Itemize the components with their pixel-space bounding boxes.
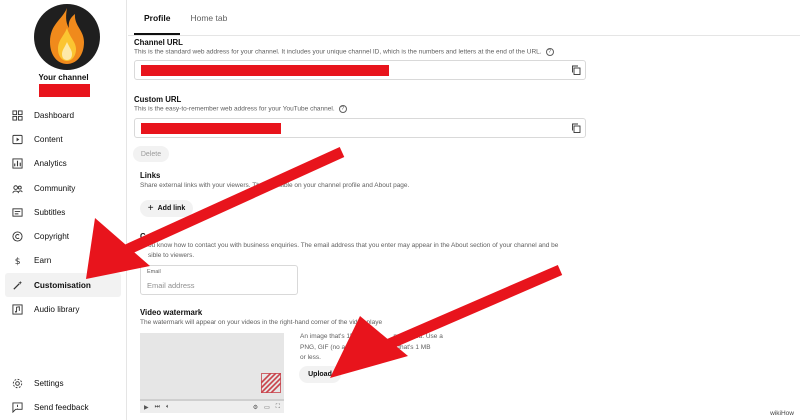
gear-icon xyxy=(11,377,23,389)
watermark-info-line2: PNG, GIF (no animatio xyxy=(300,343,367,351)
add-link-label: Add link xyxy=(157,205,186,212)
add-link-button[interactable]: + Add link xyxy=(140,200,193,217)
links-description-text: Share external links with your viewers. … xyxy=(140,182,264,189)
analytics-icon xyxy=(11,158,23,170)
tab-profile[interactable]: Profile xyxy=(134,0,181,35)
email-placeholder: Email address xyxy=(147,281,195,290)
sidebar-item-label: Copyright xyxy=(34,232,70,242)
channel-url-description-text: This is the standard web address for you… xyxy=(134,48,542,56)
sidebar-item-label: Earn xyxy=(34,256,52,266)
sidebar: Your channel Dashboard Content Analytics… xyxy=(0,0,127,420)
audio-library-icon xyxy=(11,304,23,316)
watermark-info-line1-tail: mmended. Use a xyxy=(393,333,443,340)
magic-wand-icon xyxy=(11,279,23,291)
dashboard-icon xyxy=(11,109,23,121)
copy-icon[interactable] xyxy=(571,65,581,75)
copyright-icon xyxy=(11,231,23,243)
sidebar-item-dashboard[interactable]: Dashboard xyxy=(5,103,121,127)
sidebar-item-content[interactable]: Content xyxy=(5,127,121,151)
links-description-tail: sible on your channel profile and About … xyxy=(279,182,410,189)
sidebar-item-label: Analytics xyxy=(34,159,67,169)
redacted-channel-url xyxy=(141,65,389,76)
custom-url-description: This is the easy-to-remember web address… xyxy=(134,105,347,113)
watermark-info: An image that's 150 x 15 mmended. Use a P… xyxy=(300,332,470,364)
contact-title: Conta xyxy=(140,232,163,241)
watermark-info-line3: or less. xyxy=(300,354,321,361)
email-field-label: Email xyxy=(147,269,161,275)
sidebar-item-earn[interactable]: $ Earn xyxy=(5,249,121,273)
sidebar-item-label: Content xyxy=(34,134,63,144)
settings-icon: ⚙ xyxy=(252,404,259,411)
fullscreen-icon: ⛶ xyxy=(275,403,280,410)
custom-url-field[interactable] xyxy=(134,118,586,138)
watermark-info-line2-tail: file that's 1 MB xyxy=(388,343,431,351)
sidebar-item-label: Audio library xyxy=(34,305,80,315)
email-field[interactable]: Email Email address xyxy=(140,265,298,295)
contact-description-2: sible to viewers. xyxy=(148,252,195,259)
sidebar-item-label: Community xyxy=(34,183,76,193)
content-icon xyxy=(11,133,23,145)
volume-icon: 🔈︎ xyxy=(166,403,170,410)
contact-description: ou know how to contact you with business… xyxy=(148,242,559,249)
sidebar-item-copyright[interactable]: Copyright xyxy=(5,224,121,248)
upload-button[interactable]: Upload xyxy=(299,366,341,383)
sidebar-item-label: Customisation xyxy=(34,280,91,290)
sidebar-item-label: Settings xyxy=(34,378,64,388)
sidebar-nav: Dashboard Content Analytics Community Su… xyxy=(5,103,121,322)
tab-home[interactable]: Home tab xyxy=(180,0,237,35)
sidebar-item-settings[interactable]: Settings xyxy=(5,371,121,395)
help-icon[interactable]: ? xyxy=(338,105,347,113)
feedback-icon xyxy=(11,401,23,413)
help-icon[interactable]: ? xyxy=(545,48,554,56)
sidebar-item-community[interactable]: Community xyxy=(5,176,121,200)
plus-icon: + xyxy=(147,203,154,214)
play-icon: ▶ xyxy=(144,404,149,411)
sidebar-item-label: Dashboard xyxy=(34,110,75,120)
sidebar-item-customisation[interactable]: Customisation xyxy=(5,273,121,298)
redacted-custom-url xyxy=(141,123,281,134)
watermark-title: Video watermark xyxy=(140,308,203,317)
copy-icon[interactable] xyxy=(571,123,581,133)
channel-url-title: Channel URL xyxy=(134,38,183,47)
flame-icon xyxy=(50,8,84,64)
channel-url-description: This is the standard web address for you… xyxy=(134,48,554,56)
tab-divider xyxy=(128,35,800,36)
subtitles-icon xyxy=(11,206,23,218)
player-controls: ▶ ⏭ 🔈︎ ⚙ ▭ ⛶ xyxy=(140,401,284,413)
wikihow-watermark: wikiHow xyxy=(770,410,794,417)
earn-icon: $ xyxy=(11,255,23,267)
community-icon xyxy=(11,182,23,194)
miniplayer-icon: ▭ xyxy=(264,404,270,411)
redacted-channel-handle xyxy=(39,84,90,97)
avatar[interactable] xyxy=(34,4,100,70)
links-title: Links xyxy=(140,171,161,180)
sidebar-item-label: Send feedback xyxy=(34,402,89,412)
delete-button[interactable]: Delete xyxy=(133,146,169,162)
sidebar-item-audio-library[interactable]: Audio library xyxy=(5,297,121,321)
sidebar-item-label: Subtitles xyxy=(34,207,66,217)
watermark-preview-player: ▶ ⏭ 🔈︎ ⚙ ▭ ⛶ xyxy=(140,333,284,413)
next-icon: ⏭ xyxy=(154,403,161,410)
watermark-description: The watermark will appear on your videos… xyxy=(140,319,383,326)
custom-url-title: Custom URL xyxy=(134,95,182,104)
watermark-placeholder-icon xyxy=(261,373,281,393)
custom-url-description-text: This is the easy-to-remember web address… xyxy=(134,105,335,113)
sidebar-item-send-feedback[interactable]: Send feedback xyxy=(5,395,121,419)
sidebar-item-analytics[interactable]: Analytics xyxy=(5,152,121,176)
tab-bar: Profile Home tab xyxy=(134,0,237,35)
sidebar-bottom-nav: Settings Send feedback xyxy=(5,371,121,420)
channel-name[interactable]: Your channel xyxy=(0,73,127,82)
links-description: Share external links with your viewers. … xyxy=(140,182,409,189)
channel-url-field[interactable] xyxy=(134,60,586,80)
watermark-info-line1: An image that's 150 x 15 xyxy=(300,333,372,340)
svg-text:$: $ xyxy=(14,257,20,267)
sidebar-item-subtitles[interactable]: Subtitles xyxy=(5,200,121,224)
